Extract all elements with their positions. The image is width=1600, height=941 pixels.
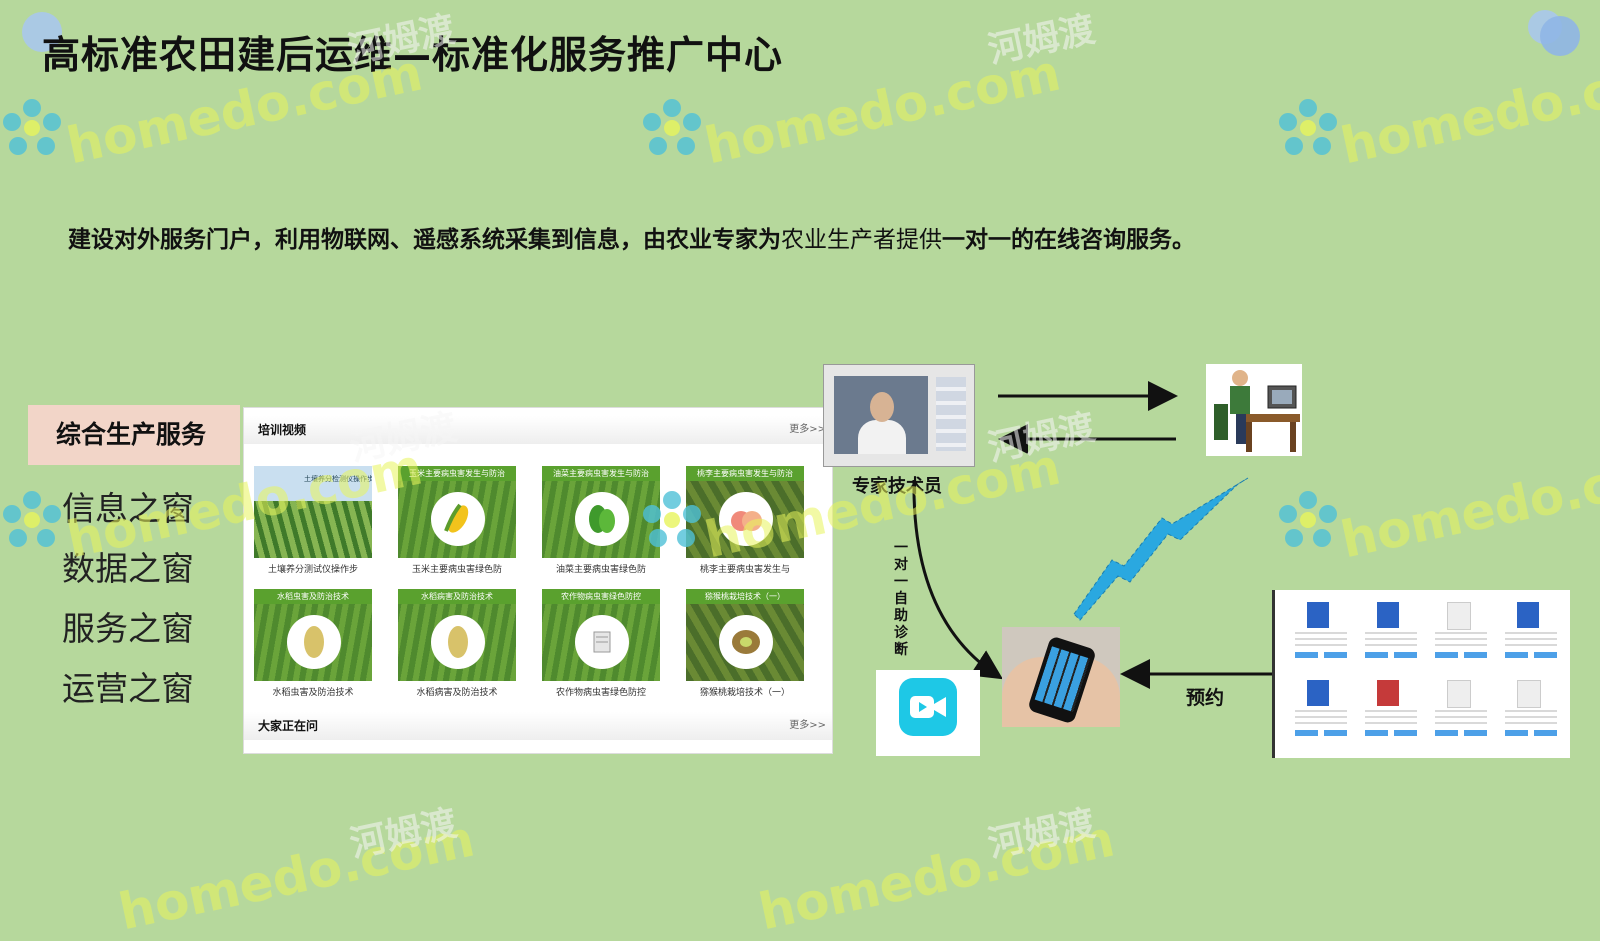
expert-action-buttons[interactable]	[1505, 652, 1557, 658]
expert-info	[1505, 632, 1557, 646]
expert-action-buttons[interactable]	[1435, 652, 1487, 658]
expert-card[interactable]	[1289, 596, 1351, 668]
expert-card[interactable]	[1359, 674, 1421, 746]
expert-action-buttons[interactable]	[1295, 652, 1347, 658]
expert-action-buttons[interactable]	[1365, 652, 1417, 658]
expert-info	[1365, 710, 1417, 724]
expert-card[interactable]	[1499, 674, 1561, 746]
smartphone-photo	[1002, 627, 1120, 727]
expert-card[interactable]	[1289, 674, 1351, 746]
expert-photo	[1307, 680, 1329, 706]
expert-action-buttons[interactable]	[1295, 730, 1347, 736]
video-camera-icon[interactable]	[899, 678, 957, 736]
expert-card[interactable]	[1499, 596, 1561, 668]
watermark-flower-icon	[1279, 491, 1337, 547]
appointment-label: 预约	[1186, 687, 1225, 709]
expert-card[interactable]	[1429, 674, 1491, 746]
watermark-flower-icon	[643, 491, 701, 547]
watermark-flower-icon	[3, 99, 61, 155]
expert-photo	[1517, 680, 1541, 708]
expert-card[interactable]	[1429, 596, 1491, 668]
expert-info	[1435, 632, 1487, 646]
expert-action-buttons[interactable]	[1365, 730, 1417, 736]
expert-info	[1365, 632, 1417, 646]
expert-card[interactable]	[1359, 596, 1421, 668]
expert-photo	[1377, 680, 1399, 706]
wireless-signal-icon	[1073, 477, 1249, 621]
expert-info	[1505, 710, 1557, 724]
video-call-tile[interactable]	[876, 670, 980, 756]
one-on-one-diagnosis-label: 一对一自助诊断	[894, 540, 908, 658]
watermark-flower-icon	[1279, 99, 1337, 155]
expert-photo	[1307, 602, 1329, 628]
expert-photo	[1447, 680, 1471, 708]
expert-info	[1295, 710, 1347, 724]
watermark-flower-icon	[3, 491, 61, 547]
expert-info	[1435, 710, 1487, 724]
expert-action-buttons[interactable]	[1435, 730, 1487, 736]
expert-list-panel	[1272, 590, 1570, 758]
expert-photo	[1377, 602, 1399, 628]
expert-photo	[1517, 602, 1539, 628]
expert-action-buttons[interactable]	[1505, 730, 1557, 736]
watermark-flower-icon	[643, 99, 701, 155]
expert-info	[1295, 632, 1347, 646]
expert-photo	[1447, 602, 1471, 630]
